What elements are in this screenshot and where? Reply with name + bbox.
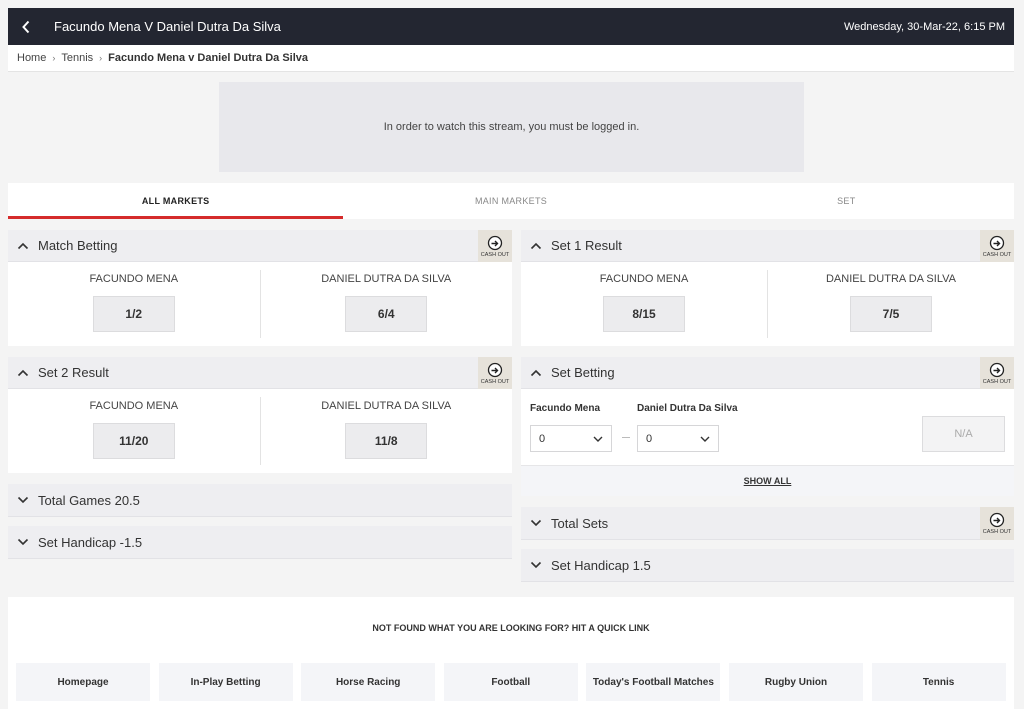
player1-label: Facundo Mena <box>530 403 601 414</box>
tab-set[interactable]: SET <box>679 183 1014 219</box>
selection-name: DANIEL DUTRA DA SILVA <box>321 273 452 285</box>
player2-label: Daniel Dutra Da Silva <box>637 403 738 414</box>
chevron-down-icon <box>521 519 551 527</box>
market-header[interactable]: Set 2 Result CASH OUT <box>8 357 512 389</box>
chevron-left-icon <box>22 20 30 33</box>
cashout-badge: CASH OUT <box>980 357 1014 389</box>
selection: DANIEL DUTRA DA SILVA 11/8 <box>259 397 513 465</box>
chevron-up-icon <box>8 369 38 377</box>
selection: FACUNDO MENA 8/15 <box>521 262 767 346</box>
market-title: Set Handicap 1.5 <box>551 557 651 573</box>
odds-button[interactable]: 1/2 <box>92 296 175 332</box>
market-header[interactable]: Set Betting CASH OUT <box>521 357 1014 389</box>
market-title: Set Handicap -1.5 <box>38 534 143 550</box>
selection-name: FACUNDO MENA <box>89 400 179 412</box>
selection: DANIEL DUTRA DA SILVA 7/5 <box>767 270 1014 338</box>
quick-links-list: Homepage In-Play Betting Horse Racing Fo… <box>16 663 1006 701</box>
market-total-games[interactable]: Total Games 20.5 <box>8 484 512 517</box>
select-value: 0 <box>646 432 653 445</box>
market-set-1-result: Set 1 Result CASH OUT FACUNDO MENA 8/15 … <box>521 230 1014 346</box>
player2-sets-select[interactable]: 0 <box>637 425 719 452</box>
odds-button[interactable]: 8/15 <box>603 296 685 332</box>
selection-name: DANIEL DUTRA DA SILVA <box>825 273 956 285</box>
quick-link-football[interactable]: Football <box>443 663 578 701</box>
cashout-icon <box>487 235 503 250</box>
selection: FACUNDO MENA 1/2 <box>8 262 260 346</box>
market-title: Match Betting <box>38 238 118 253</box>
chevron-down-icon <box>700 436 710 442</box>
breadcrumb-separator-icon: › <box>52 53 56 63</box>
market-total-sets[interactable]: Total Sets CASH OUT <box>521 507 1014 540</box>
selection-name: DANIEL DUTRA DA SILVA <box>321 400 452 412</box>
chevron-down-icon <box>521 561 551 569</box>
cashout-badge: CASH OUT <box>980 230 1014 262</box>
cashout-badge: CASH OUT <box>980 507 1014 540</box>
chevron-up-icon <box>8 242 38 250</box>
market-title: Set Betting <box>551 365 615 380</box>
market-header[interactable]: Match Betting CASH OUT <box>8 230 512 262</box>
chevron-down-icon <box>8 538 38 546</box>
event-header: Facundo Mena V Daniel Dutra Da Silva Wed… <box>8 8 1014 45</box>
score-separator <box>622 437 630 438</box>
breadcrumb-home-link[interactable]: Home <box>17 52 46 64</box>
player1-sets-select[interactable]: 0 <box>530 425 612 452</box>
cashout-icon <box>989 362 1005 377</box>
cashout-label: CASH OUT <box>982 251 1012 258</box>
odds-button[interactable]: 7/5 <box>850 296 932 332</box>
quick-links-panel: NOT FOUND WHAT YOU ARE LOOKING FOR? HIT … <box>8 597 1014 709</box>
show-all-link[interactable]: SHOW ALL <box>521 465 1014 496</box>
stream-login-message: In order to watch this stream, you must … <box>383 121 640 133</box>
tab-main-markets[interactable]: MAIN MARKETS <box>343 183 678 219</box>
quick-link-horse-racing[interactable]: Horse Racing <box>301 663 436 701</box>
tab-all-markets[interactable]: ALL MARKETS <box>8 183 344 219</box>
market-set-handicap-minus[interactable]: Set Handicap -1.5 <box>8 526 512 559</box>
quick-link-tennis[interactable]: Tennis <box>871 663 1006 701</box>
breadcrumb: Home › Tennis › Facundo Mena v Daniel Du… <box>8 45 1014 72</box>
event-title: Facundo Mena V Daniel Dutra Da Silva <box>54 19 281 34</box>
select-value: 0 <box>539 432 546 445</box>
odds-button[interactable]: 11/8 <box>345 423 428 459</box>
set-betting-odds-button[interactable]: N/A <box>922 416 1005 452</box>
chevron-down-icon <box>8 496 38 504</box>
market-match-betting: Match Betting CASH OUT FACUNDO MENA 1/2 … <box>8 230 512 346</box>
cashout-badge: CASH OUT <box>478 357 512 389</box>
chevron-up-icon <box>521 242 551 250</box>
quick-link-todays-football[interactable]: Today's Football Matches <box>586 663 721 701</box>
market-header[interactable]: Set 1 Result CASH OUT <box>521 230 1014 262</box>
cashout-label: CASH OUT <box>982 378 1012 385</box>
chevron-down-icon <box>593 436 603 442</box>
quick-link-in-play-betting[interactable]: In-Play Betting <box>158 663 293 701</box>
selection-name: FACUNDO MENA <box>599 273 689 285</box>
market-title: Set 1 Result <box>551 238 622 253</box>
quick-links-title: NOT FOUND WHAT YOU ARE LOOKING FOR? HIT … <box>372 623 650 633</box>
event-datetime: Wednesday, 30-Mar-22, 6:15 PM <box>843 20 1005 33</box>
back-button[interactable] <box>8 8 44 45</box>
selection: DANIEL DUTRA DA SILVA 6/4 <box>259 270 513 338</box>
odds-button[interactable]: 11/20 <box>92 423 175 459</box>
selection: FACUNDO MENA 11/20 <box>8 389 260 473</box>
cashout-icon <box>989 512 1005 528</box>
breadcrumb-current: Facundo Mena v Daniel Dutra Da Silva <box>108 52 309 64</box>
cashout-icon <box>989 235 1005 250</box>
market-title: Set 2 Result <box>38 365 109 380</box>
stream-panel: In order to watch this stream, you must … <box>219 82 804 172</box>
market-set-betting: Set Betting CASH OUT Facundo Mena Daniel… <box>521 357 1014 496</box>
cashout-label: CASH OUT <box>982 529 1012 535</box>
breadcrumb-separator-icon: › <box>99 53 103 63</box>
market-tabs: ALL MARKETS MAIN MARKETS SET <box>8 183 1014 219</box>
cashout-label: CASH OUT <box>480 378 510 385</box>
chevron-up-icon <box>521 369 551 377</box>
selection-name: FACUNDO MENA <box>89 273 179 285</box>
odds-button[interactable]: 6/4 <box>345 296 428 332</box>
market-title: Total Games 20.5 <box>38 492 140 508</box>
cashout-label: CASH OUT <box>480 251 510 258</box>
quick-link-homepage[interactable]: Homepage <box>16 663 150 701</box>
quick-link-rugby-union[interactable]: Rugby Union <box>728 663 863 701</box>
cashout-icon <box>487 362 503 377</box>
cashout-badge: CASH OUT <box>478 230 512 262</box>
market-set-handicap-plus[interactable]: Set Handicap 1.5 <box>521 549 1014 582</box>
market-title: Total Sets <box>551 515 609 531</box>
breadcrumb-tennis-link[interactable]: Tennis <box>61 52 93 64</box>
market-set-2-result: Set 2 Result CASH OUT FACUNDO MENA 11/20… <box>8 357 512 473</box>
